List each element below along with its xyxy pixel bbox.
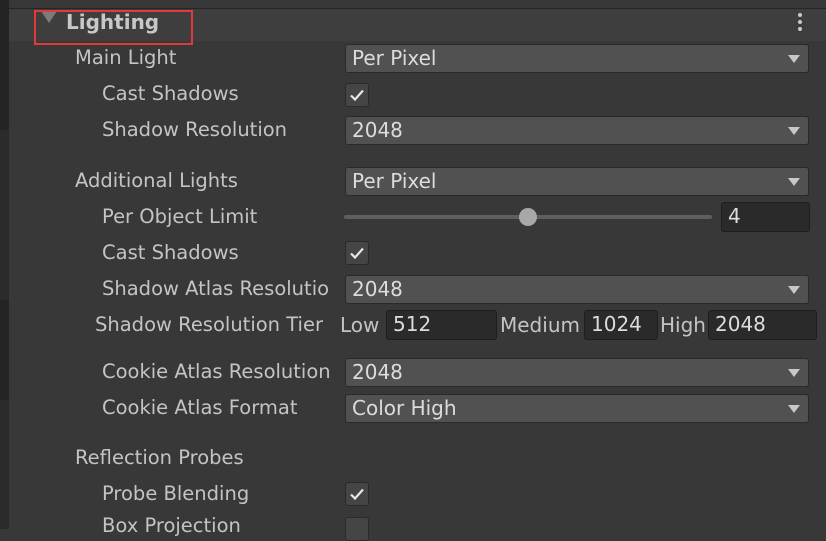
- tier-low-field[interactable]: 512: [386, 310, 497, 340]
- dropdown-arrow-icon: [788, 405, 800, 413]
- dropdown-arrow-icon: [788, 178, 800, 186]
- dropdown-value: Color High: [352, 396, 457, 420]
- dropdown-value: Per Pixel: [352, 169, 437, 193]
- additional-cast-shadows-checkbox[interactable]: [345, 241, 369, 265]
- dropdown-value: 2048: [352, 360, 403, 384]
- tier-medium-field[interactable]: 1024: [584, 310, 658, 340]
- dropdown-arrow-icon: [788, 369, 800, 377]
- tier-high-label: High: [660, 313, 706, 337]
- main-cast-shadows-checkbox[interactable]: [345, 83, 369, 107]
- dropdown-arrow-icon: [788, 55, 800, 63]
- field-value: 1024: [591, 312, 642, 336]
- probe-blending-label: Probe Blending: [102, 482, 250, 505]
- additional-lights-label: Additional Lights: [75, 169, 238, 192]
- main-cast-shadows-label: Cast Shadows: [102, 82, 239, 105]
- cookie-atlas-format-dropdown[interactable]: Color High: [345, 394, 809, 423]
- additional-cast-shadows-label: Cast Shadows: [102, 241, 239, 264]
- tier-medium-label: Medium: [500, 313, 580, 337]
- dropdown-value: 2048: [352, 277, 403, 301]
- dropdown-arrow-icon: [788, 286, 800, 294]
- gutter-segment: [0, 300, 9, 400]
- dropdown-value: Per Pixel: [352, 46, 437, 70]
- per-object-limit-label: Per Object Limit: [102, 205, 258, 228]
- main-light-label: Main Light: [75, 46, 177, 69]
- checkmark-icon: [350, 488, 364, 501]
- shadow-atlas-resolution-label: Shadow Atlas Resolutio: [102, 277, 330, 300]
- checkmark-icon: [350, 89, 364, 102]
- per-object-limit-slider-thumb[interactable]: [519, 208, 537, 226]
- main-shadow-resolution-label: Shadow Resolution: [102, 118, 288, 141]
- field-value: 512: [393, 312, 432, 336]
- field-value: 4: [728, 204, 741, 228]
- shadow-atlas-resolution-dropdown[interactable]: 2048: [345, 275, 809, 304]
- highlight-annotation: [34, 10, 193, 45]
- cookie-atlas-resolution-label: Cookie Atlas Resolution: [102, 360, 331, 383]
- main-light-dropdown[interactable]: Per Pixel: [345, 44, 809, 73]
- dropdown-arrow-icon: [788, 127, 800, 135]
- tier-high-field[interactable]: 2048: [708, 310, 817, 340]
- shadow-resolution-tier-label: Shadow Resolution Tier: [95, 313, 323, 336]
- gutter-segment: [0, 0, 9, 130]
- left-gutter: [0, 0, 9, 529]
- additional-lights-dropdown[interactable]: Per Pixel: [345, 167, 809, 196]
- field-value: 2048: [715, 312, 766, 336]
- reflection-probes-label: Reflection Probes: [75, 446, 244, 469]
- box-projection-checkbox[interactable]: [345, 517, 369, 541]
- box-projection-label: Box Projection: [102, 514, 241, 537]
- main-shadow-resolution-dropdown[interactable]: 2048: [345, 116, 809, 145]
- per-object-limit-field[interactable]: 4: [721, 202, 810, 232]
- dropdown-value: 2048: [352, 118, 403, 142]
- probe-blending-checkbox[interactable]: [345, 482, 369, 506]
- cookie-atlas-format-label: Cookie Atlas Format: [102, 396, 298, 419]
- kebab-menu-icon[interactable]: [795, 13, 805, 35]
- cookie-atlas-resolution-dropdown[interactable]: 2048: [345, 358, 809, 387]
- checkmark-icon: [350, 247, 364, 260]
- tier-low-label: Low: [340, 313, 380, 337]
